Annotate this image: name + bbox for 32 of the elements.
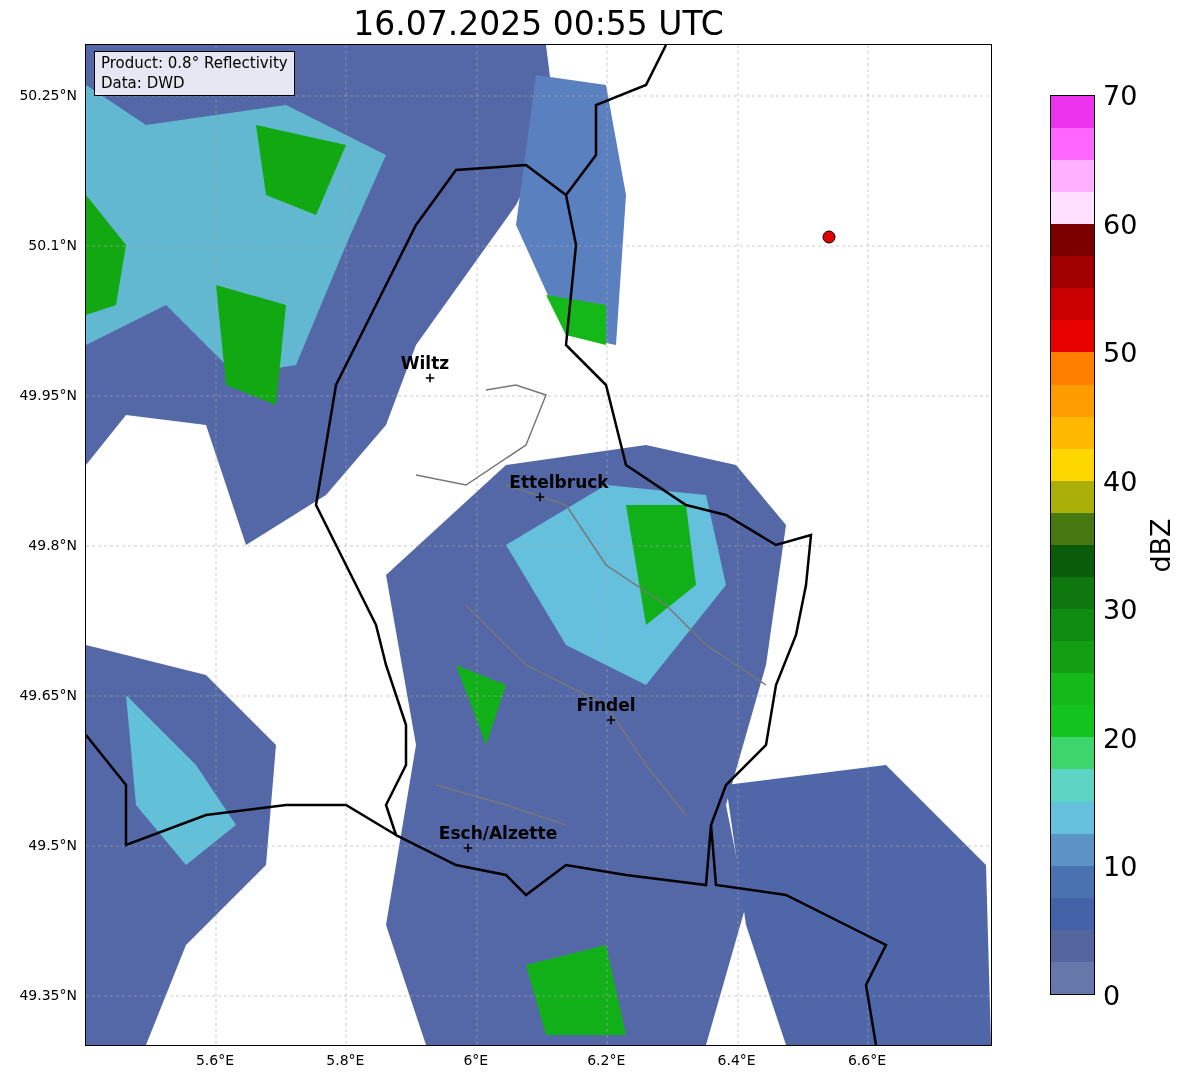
city-label: Ettelbruck bbox=[509, 472, 609, 492]
latitude-label: 49.65°N bbox=[19, 687, 77, 703]
scale-label: 50 bbox=[1103, 336, 1138, 368]
city-label: Esch/Alzette bbox=[438, 823, 558, 843]
scale-label: 40 bbox=[1103, 465, 1138, 497]
latitude-label: 50.1°N bbox=[28, 237, 77, 253]
longitude-label: 6°E bbox=[463, 1052, 489, 1068]
plus-icon bbox=[606, 715, 616, 725]
longitude-label: 5.8°E bbox=[326, 1052, 365, 1068]
latitude-label: 49.95°N bbox=[19, 387, 77, 403]
scale-label: 10 bbox=[1103, 850, 1138, 882]
latitude-label: 49.8°N bbox=[28, 537, 77, 553]
info-text: Data: DWD bbox=[101, 73, 186, 93]
scale-label: 30 bbox=[1103, 593, 1138, 625]
axis-label: dBZ bbox=[1144, 517, 1176, 573]
longitude-label: 5.6°E bbox=[195, 1052, 235, 1068]
info-text: Product: 0.8° Reflectivity bbox=[101, 54, 288, 74]
latitude-label: 49.35°N bbox=[19, 987, 77, 1003]
scale-label: 60 bbox=[1103, 208, 1138, 240]
scale-label: 20 bbox=[1103, 722, 1138, 754]
longitude-label: 6.6°E bbox=[847, 1052, 887, 1068]
plus-icon bbox=[535, 492, 545, 502]
plus-icon bbox=[463, 843, 473, 853]
city-label: Findel bbox=[576, 695, 636, 715]
longitude-label: 6.2°E bbox=[587, 1052, 626, 1068]
scale-label: 70 bbox=[1103, 79, 1138, 111]
plus-icon bbox=[425, 373, 435, 383]
scale-label: 0 bbox=[1103, 979, 1121, 1011]
latitude-label: 49.5°N bbox=[28, 837, 77, 853]
longitude-label: 6.4°E bbox=[717, 1052, 756, 1068]
latitude-label: 50.25°N bbox=[19, 87, 77, 103]
chart-title: 16.07.2025 00:55 UTC bbox=[352, 4, 725, 44]
